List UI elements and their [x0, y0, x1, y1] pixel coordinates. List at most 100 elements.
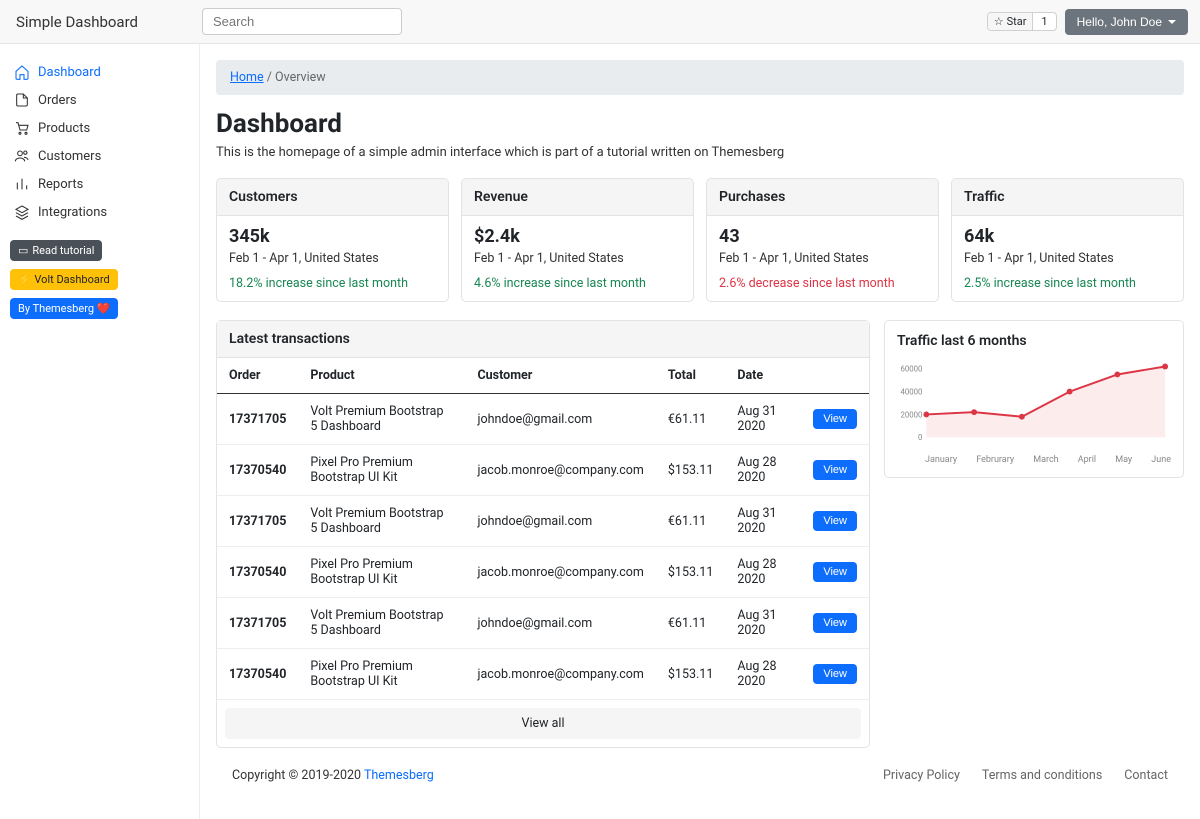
cell-date: Aug 28 2020: [725, 649, 801, 700]
cell-order: 17370540: [217, 649, 298, 700]
stat-change: 18.2% increase since last month: [229, 276, 436, 291]
cell-product: Volt Premium Bootstrap 5 Dashboard: [298, 598, 465, 649]
table-row: 17370540 Pixel Pro Premium Bootstrap UI …: [217, 547, 869, 598]
sidebar-item-integrations[interactable]: Integrations: [10, 198, 189, 226]
view-button[interactable]: View: [813, 562, 857, 582]
view-button[interactable]: View: [813, 613, 857, 633]
breadcrumb-home[interactable]: Home: [230, 70, 264, 85]
cell-product: Pixel Pro Premium Bootstrap UI Kit: [298, 649, 465, 700]
user-menu-button[interactable]: Hello, John Doe: [1065, 9, 1188, 35]
sidebar-item-label: Integrations: [38, 205, 107, 220]
traffic-chart-card: Traffic last 6 months 0200004000060000 J…: [884, 320, 1184, 478]
sidebar-item-customers[interactable]: Customers: [10, 142, 189, 170]
stat-card: Traffic 64k Feb 1 - Apr 1, United States…: [951, 178, 1184, 302]
table-row: 17371705 Volt Premium Bootstrap 5 Dashbo…: [217, 598, 869, 649]
chart-x-label: Februrary: [976, 455, 1014, 465]
col-product: Product: [298, 358, 465, 394]
svg-text:0: 0: [918, 433, 922, 442]
stat-change: 2.5% increase since last month: [964, 276, 1171, 291]
stat-value: $2.4k: [474, 226, 681, 247]
view-button[interactable]: View: [813, 460, 857, 480]
stat-card: Revenue $2.4k Feb 1 - Apr 1, United Stat…: [461, 178, 694, 302]
cell-date: Aug 28 2020: [725, 445, 801, 496]
sidebar-item-reports[interactable]: Reports: [10, 170, 189, 198]
table-row: 17370540 Pixel Pro Premium Bootstrap UI …: [217, 445, 869, 496]
footer-contact[interactable]: Contact: [1124, 768, 1168, 783]
cell-total: $153.11: [656, 649, 725, 700]
star-label: Star: [1007, 15, 1027, 28]
view-button[interactable]: View: [813, 511, 857, 531]
cell-order: 17371705: [217, 496, 298, 547]
view-all-button[interactable]: View all: [225, 708, 861, 739]
home-icon: [14, 64, 30, 80]
cell-product: Pixel Pro Premium Bootstrap UI Kit: [298, 547, 465, 598]
cell-customer: johndoe@gmail.com: [465, 394, 655, 445]
sidebar-item-label: Reports: [38, 177, 83, 192]
footer-copyright: Copyright © 2019-2020 Themesberg: [232, 768, 434, 783]
cell-customer: johndoe@gmail.com: [465, 496, 655, 547]
cell-date: Aug 31 2020: [725, 394, 801, 445]
transactions-card: Latest transactions Order Product Custom…: [216, 320, 870, 748]
cell-date: Aug 31 2020: [725, 598, 801, 649]
footer-privacy[interactable]: Privacy Policy: [883, 768, 960, 783]
stat-card: Purchases 43 Feb 1 - Apr 1, United State…: [706, 178, 939, 302]
cell-total: €61.11: [656, 598, 725, 649]
sidebar: Dashboard Orders Products Customers Repo…: [0, 44, 200, 819]
cell-product: Pixel Pro Premium Bootstrap UI Kit: [298, 445, 465, 496]
stat-range: Feb 1 - Apr 1, United States: [229, 251, 436, 266]
stat-range: Feb 1 - Apr 1, United States: [964, 251, 1171, 266]
pill-volt-dashboard[interactable]: ⚡ Volt Dashboard: [10, 269, 118, 290]
brand: Simple Dashboard: [12, 13, 202, 31]
cell-product: Volt Premium Bootstrap 5 Dashboard: [298, 394, 465, 445]
chart-x-label: March: [1033, 455, 1058, 465]
svg-text:40000: 40000: [900, 388, 922, 397]
col-total: Total: [656, 358, 725, 394]
stat-card: Customers 345k Feb 1 - Apr 1, United Sta…: [216, 178, 449, 302]
table-row: 17371705 Volt Premium Bootstrap 5 Dashbo…: [217, 496, 869, 547]
view-button[interactable]: View: [813, 409, 857, 429]
cell-customer: jacob.monroe@company.com: [465, 547, 655, 598]
chart-icon: [14, 176, 30, 192]
star-count: 1: [1033, 13, 1055, 30]
users-icon: [14, 148, 30, 164]
stat-title: Traffic: [952, 179, 1183, 216]
cell-total: $153.11: [656, 547, 725, 598]
sidebar-item-label: Orders: [38, 93, 77, 108]
stat-title: Revenue: [462, 179, 693, 216]
footer-themesberg-link[interactable]: Themesberg: [364, 768, 434, 783]
cell-product: Volt Premium Bootstrap 5 Dashboard: [298, 496, 465, 547]
cell-customer: johndoe@gmail.com: [465, 598, 655, 649]
cell-order: 17370540: [217, 547, 298, 598]
transactions-title: Latest transactions: [217, 321, 869, 358]
stat-value: 64k: [964, 226, 1171, 247]
stat-range: Feb 1 - Apr 1, United States: [719, 251, 926, 266]
sidebar-item-label: Products: [38, 121, 90, 136]
stat-value: 345k: [229, 226, 436, 247]
layers-icon: [14, 204, 30, 220]
chart-title: Traffic last 6 months: [897, 333, 1171, 349]
svg-text:60000: 60000: [900, 365, 922, 374]
search-input[interactable]: [202, 8, 402, 35]
chart-x-label: May: [1115, 455, 1132, 465]
cell-order: 17370540: [217, 445, 298, 496]
cell-order: 17371705: [217, 598, 298, 649]
cell-customer: jacob.monroe@company.com: [465, 445, 655, 496]
page-subtitle: This is the homepage of a simple admin i…: [216, 145, 1184, 160]
user-greeting: Hello, John Doe: [1077, 15, 1162, 29]
cell-total: €61.11: [656, 496, 725, 547]
cell-total: €61.11: [656, 394, 725, 445]
sidebar-item-products[interactable]: Products: [10, 114, 189, 142]
sidebar-item-dashboard[interactable]: Dashboard: [10, 58, 189, 86]
view-button[interactable]: View: [813, 664, 857, 684]
chart-x-label: June: [1151, 455, 1171, 465]
pill-read-tutorial[interactable]: ▭Read tutorial: [10, 240, 102, 261]
footer-terms[interactable]: Terms and conditions: [982, 768, 1102, 783]
table-row: 17371705 Volt Premium Bootstrap 5 Dashbo…: [217, 394, 869, 445]
stat-range: Feb 1 - Apr 1, United States: [474, 251, 681, 266]
star-badge[interactable]: ☆Star 1: [987, 12, 1057, 31]
breadcrumb-current: Overview: [275, 70, 326, 85]
pill-by-themesberg[interactable]: By Themesberg ❤️: [10, 298, 118, 319]
chart-x-label: April: [1078, 455, 1096, 465]
sidebar-item-orders[interactable]: Orders: [10, 86, 189, 114]
stat-change: 2.6% decrease since last month: [719, 276, 926, 291]
